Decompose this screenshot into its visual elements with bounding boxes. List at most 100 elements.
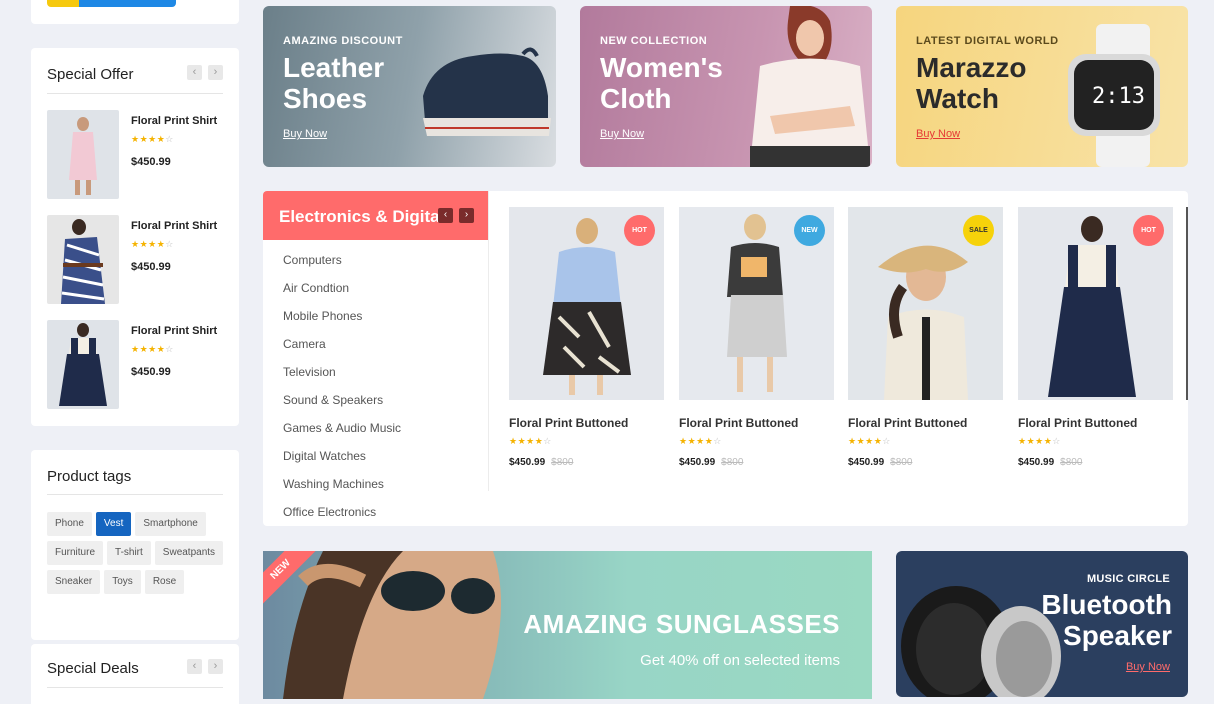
- product-image[interactable]: NEW: [679, 207, 834, 400]
- product-card[interactable]: SALE Floral Print Buttoned ★★★★☆ $450.99…: [848, 207, 1003, 468]
- product-price: $450.99 $800: [509, 457, 664, 468]
- rating-stars: ★★★★☆: [131, 239, 174, 249]
- category-item-mobile-phones[interactable]: Mobile Phones: [283, 309, 401, 337]
- product-name[interactable]: Floral Print Buttoned: [1018, 416, 1173, 430]
- rating-stars: ★★★★☆: [509, 436, 552, 446]
- sidebar-top-card: [31, 0, 239, 24]
- category-item-computers[interactable]: Computers: [283, 253, 401, 281]
- prev-arrow-icon[interactable]: ‹: [438, 208, 453, 223]
- tag-smartphone[interactable]: Smartphone: [135, 512, 206, 536]
- product-name[interactable]: Floral Print Buttoned: [679, 416, 834, 430]
- product-badge: NEW: [794, 215, 825, 246]
- buy-now-link[interactable]: Buy Now: [1126, 661, 1170, 673]
- buy-now-link[interactable]: Buy Now: [916, 128, 960, 140]
- product-price: $450.99: [131, 366, 171, 378]
- product-name[interactable]: Floral Print Shirt: [131, 115, 217, 127]
- category-products-card: Electronics & Digital ‹ › Computers Air …: [263, 191, 1188, 526]
- rating-stars: ★★★★☆: [679, 436, 722, 446]
- divider: [47, 687, 223, 688]
- tag-rose[interactable]: Rose: [144, 570, 185, 594]
- banner-eyebrow: LATEST DIGITAL WORLD: [916, 35, 1059, 47]
- offer-item[interactable]: Floral Print Shirt ★★★★☆ $450.99: [47, 320, 227, 410]
- product-image[interactable]: HOT: [1018, 207, 1173, 400]
- next-arrow-icon[interactable]: ›: [208, 65, 223, 80]
- tag-furniture[interactable]: Furniture: [47, 541, 104, 565]
- product-thumbnail[interactable]: [47, 110, 119, 199]
- banner-womens-cloth[interactable]: NEW COLLECTION Women's Cloth Buy Now: [580, 6, 872, 167]
- tag-sweatpants[interactable]: Sweatpants: [154, 541, 224, 565]
- category-item-washing-machines[interactable]: Washing Machines: [283, 477, 401, 505]
- prev-arrow-icon[interactable]: ‹: [187, 65, 202, 80]
- product-price: $450.99 $800: [848, 457, 1003, 468]
- buy-now-link[interactable]: Buy Now: [283, 128, 327, 140]
- current-price: $450.99: [679, 457, 716, 468]
- product-card[interactable]: HOT Floral Print Buttoned ★★★★☆ $450.99 $…: [1018, 207, 1173, 468]
- banner-title-line-2: Speaker: [1063, 620, 1172, 651]
- product-thumbnail[interactable]: [47, 215, 119, 304]
- divider: [488, 191, 489, 491]
- offer-item[interactable]: Floral Print Shirt ★★★★☆ $450.99: [47, 215, 227, 305]
- special-offer-panel: Special Offer ‹ › Floral Print Shirt ★★★…: [31, 48, 239, 426]
- tag-vest[interactable]: Vest: [95, 512, 132, 536]
- banner-title: Marazzo Watch: [916, 52, 1027, 114]
- banner-marazzo-watch[interactable]: 2:13 LATEST DIGITAL WORLD Marazzo Watch …: [896, 6, 1188, 167]
- category-item-digital-watches[interactable]: Digital Watches: [283, 449, 401, 477]
- next-arrow-icon[interactable]: ›: [208, 659, 223, 674]
- offer-item[interactable]: Floral Print Shirt ★★★★☆ $450.99: [47, 110, 227, 200]
- category-list: Computers Air Condtion Mobile Phones Cam…: [283, 253, 401, 533]
- product-badge: HOT: [624, 215, 655, 246]
- banner-title: Leather Shoes: [283, 52, 385, 114]
- rating-stars: ★★★★☆: [1018, 436, 1061, 446]
- category-item-television[interactable]: Television: [283, 365, 401, 393]
- rating-stars: ★★★★☆: [131, 344, 174, 354]
- product-image[interactable]: SALE: [848, 207, 1003, 400]
- banner-amazing-sunglasses[interactable]: NEW AMAZING SUNGLASSES Get 40% off on se…: [263, 551, 872, 699]
- watch-display: 2:13: [1092, 84, 1145, 109]
- category-item-games-audio-music[interactable]: Games & Audio Music: [283, 421, 401, 449]
- rating-stars: ★★★★☆: [848, 436, 891, 446]
- product-price: $450.99: [131, 261, 171, 273]
- buy-now-link[interactable]: Buy Now: [600, 128, 644, 140]
- tag-toys[interactable]: Toys: [104, 570, 141, 594]
- product-badge: SALE: [963, 215, 994, 246]
- tag-phone[interactable]: Phone: [47, 512, 92, 536]
- banner-title: Women's Cloth: [600, 52, 723, 114]
- model-image: [283, 551, 501, 699]
- banner-title: Bluetooth Speaker: [1041, 589, 1172, 651]
- category-item-camera[interactable]: Camera: [283, 337, 401, 365]
- category-item-sound-speakers[interactable]: Sound & Speakers: [283, 393, 401, 421]
- category-item-air-condtion[interactable]: Air Condtion: [283, 281, 401, 309]
- product-badge: HOT: [1133, 215, 1164, 246]
- banner-bluetooth-speaker[interactable]: MUSIC CIRCLE Bluetooth Speaker Buy Now: [896, 551, 1188, 697]
- product-card[interactable]: HOT Floral Print Buttoned ★★★★☆ $450.99 $…: [509, 207, 664, 468]
- prev-arrow-icon[interactable]: ‹: [187, 659, 202, 674]
- category-title: Electronics & Digital: [279, 207, 445, 226]
- divider: [47, 93, 223, 94]
- old-price: $800: [721, 457, 744, 468]
- product-name[interactable]: Floral Print Buttoned: [848, 416, 1003, 430]
- special-deals-panel: Special Deals ‹ ›: [31, 644, 239, 704]
- product-name[interactable]: Floral Print Shirt: [131, 325, 217, 337]
- tag-sneaker[interactable]: Sneaker: [47, 570, 101, 594]
- old-price: $800: [890, 457, 913, 468]
- banner-leather-shoes[interactable]: AMAZING DISCOUNT Leather Shoes Buy Now: [263, 6, 556, 167]
- product-card[interactable]: NEW Floral Print Buttoned ★★★★☆ $450.99 $…: [679, 207, 834, 468]
- tag-t-shirt[interactable]: T-shirt: [107, 541, 151, 565]
- product-price: $450.99 $800: [1018, 457, 1173, 468]
- special-offer-title: Special Offer: [47, 66, 134, 83]
- category-item-office-electronics[interactable]: Office Electronics: [283, 505, 401, 533]
- old-price: $800: [1060, 457, 1083, 468]
- product-thumbnail[interactable]: [47, 320, 119, 409]
- product-name[interactable]: Floral Print Shirt: [131, 220, 217, 232]
- rating-stars: ★★★★☆: [131, 134, 174, 144]
- product-image[interactable]: HOT: [509, 207, 664, 400]
- next-arrow-icon[interactable]: ›: [459, 208, 474, 223]
- banner-subtitle: Get 40% off on selected items: [640, 652, 840, 669]
- product-price: $450.99 $800: [679, 457, 834, 468]
- divider: [47, 494, 223, 495]
- banner-title-line-1: Bluetooth: [1041, 589, 1172, 620]
- product-name[interactable]: Floral Print Buttoned: [509, 416, 664, 430]
- product-tags-title: Product tags: [47, 468, 132, 485]
- current-price: $450.99: [848, 457, 885, 468]
- product-price: $450.99: [131, 156, 171, 168]
